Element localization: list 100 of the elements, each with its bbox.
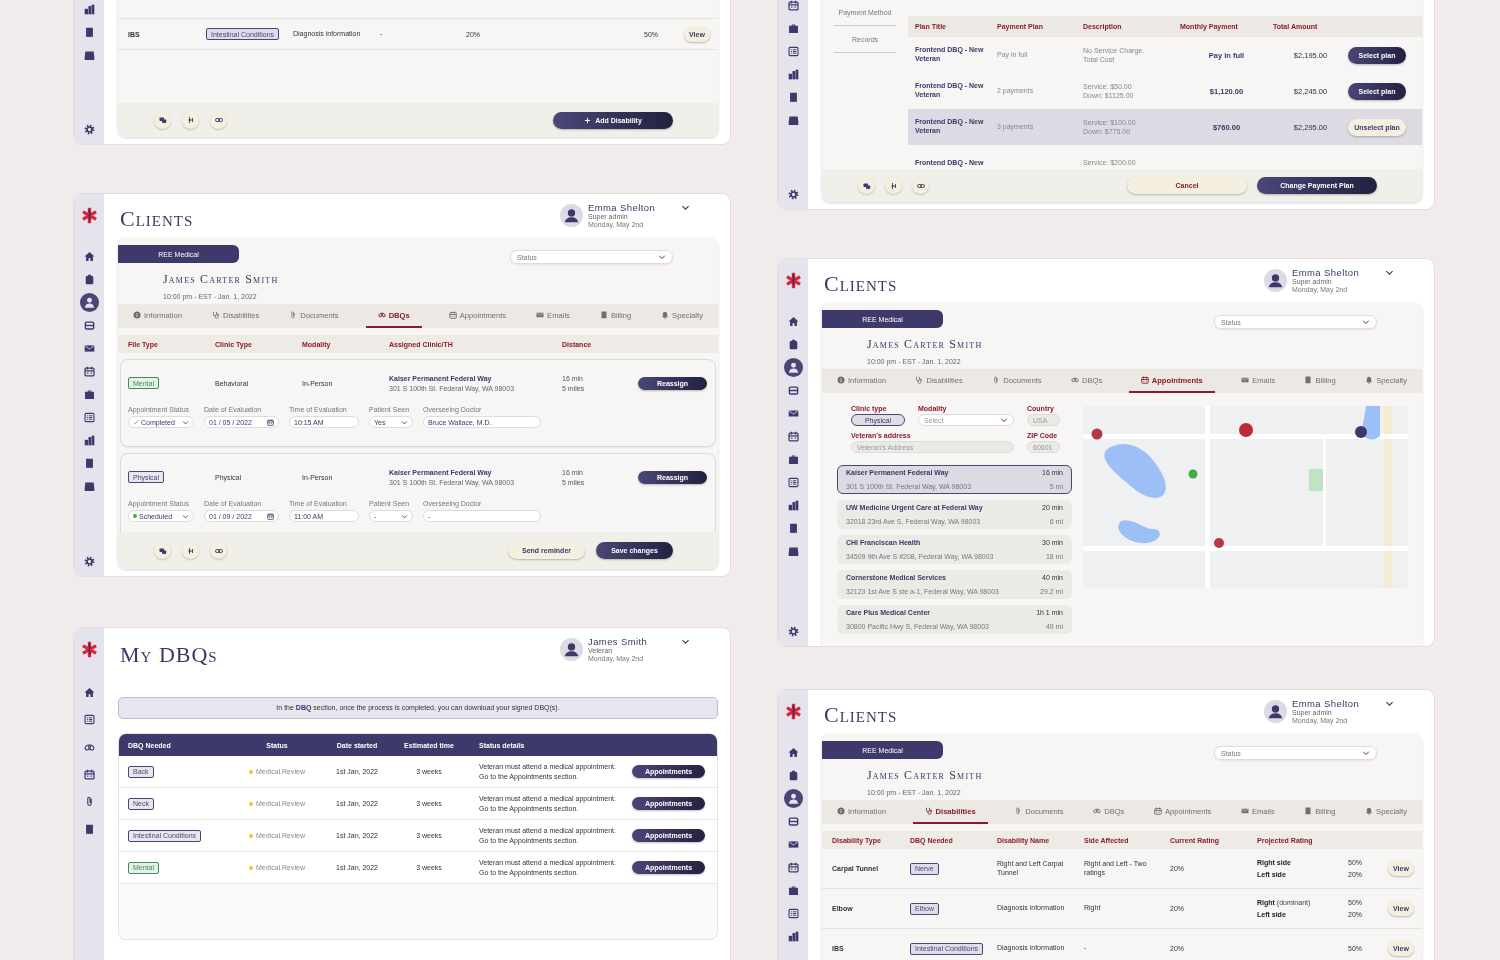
- user-name: Emma Shelton: [588, 203, 657, 214]
- plus-icon: [584, 116, 592, 124]
- page-title: Clients: [120, 206, 194, 232]
- inbox-icon[interactable]: [83, 50, 95, 61]
- chat-button[interactable]: [858, 177, 875, 194]
- home-icon[interactable]: [787, 316, 799, 327]
- briefcase-icon[interactable]: [787, 23, 799, 34]
- chevron-icon: [658, 253, 666, 261]
- envelope-icon: [1240, 807, 1249, 815]
- chevron-icon[interactable]: [681, 637, 690, 646]
- branch-button[interactable]: [885, 177, 902, 194]
- branch-icon: [186, 546, 195, 555]
- user-name: Emma Shelton: [1292, 268, 1361, 279]
- bell-icon: [1365, 807, 1374, 815]
- briefcase-icon[interactable]: [83, 389, 95, 400]
- chat-button[interactable]: [154, 542, 171, 559]
- receipt-icon: [1304, 807, 1313, 815]
- inbox-icon[interactable]: [83, 481, 95, 492]
- linked-rings-icon[interactable]: [83, 741, 95, 753]
- branch-button[interactable]: [182, 111, 199, 129]
- card-icon[interactable]: [787, 816, 799, 827]
- clipboard-icon[interactable]: [787, 770, 799, 781]
- envelope-icon: [536, 311, 545, 319]
- list-icon[interactable]: [83, 412, 95, 423]
- chat-icon: [158, 116, 167, 124]
- stethoscope-icon: [924, 807, 933, 815]
- avatar: [1264, 269, 1287, 293]
- logo[interactable]: [784, 272, 802, 289]
- list-icon[interactable]: [83, 714, 95, 726]
- calendar-icon[interactable]: [83, 769, 95, 781]
- card-icon[interactable]: [83, 320, 95, 331]
- home-icon[interactable]: [83, 251, 95, 262]
- list-icon[interactable]: [787, 908, 799, 919]
- stethoscope-icon: [915, 376, 924, 384]
- chevron-icon: [401, 512, 408, 520]
- receipt-icon[interactable]: [83, 27, 95, 38]
- briefcase-icon[interactable]: [787, 454, 799, 465]
- settings-icon[interactable]: [787, 625, 799, 637]
- chevron-icon: [401, 418, 408, 426]
- link-button[interactable]: [210, 111, 227, 129]
- logo[interactable]: [80, 641, 98, 658]
- calendar-icon: [267, 418, 274, 426]
- stethoscope-icon: [211, 311, 220, 319]
- inbox-icon[interactable]: [787, 115, 799, 126]
- receipt-icon[interactable]: [787, 92, 799, 103]
- chevron-icon[interactable]: [1385, 699, 1394, 708]
- person-icon[interactable]: [79, 293, 99, 312]
- bell-icon: [661, 311, 670, 319]
- calendar-icon[interactable]: [787, 431, 799, 442]
- link-icon: [214, 116, 223, 124]
- branch-button[interactable]: [182, 542, 199, 559]
- info-icon: [837, 376, 845, 384]
- avatar: [560, 638, 583, 662]
- logo[interactable]: [80, 207, 98, 224]
- branch-icon: [889, 181, 898, 190]
- receipt-icon[interactable]: [787, 523, 799, 534]
- briefcase-icon[interactable]: [787, 885, 799, 896]
- chevron-icon[interactable]: [681, 203, 690, 212]
- chat-button[interactable]: [154, 111, 171, 129]
- page-title: My DBQs: [120, 642, 218, 668]
- link-icon: [916, 181, 925, 190]
- linked-rings-icon: [1093, 807, 1102, 815]
- inbox-icon[interactable]: [787, 546, 799, 557]
- settings-icon[interactable]: [83, 123, 95, 135]
- calendar-icon[interactable]: [787, 862, 799, 873]
- page-title: Clients: [824, 702, 898, 728]
- link-button[interactable]: [210, 542, 227, 559]
- info-icon: [837, 807, 845, 815]
- receipt-icon[interactable]: [83, 458, 95, 469]
- calendar-icon[interactable]: [787, 0, 799, 11]
- settings-icon[interactable]: [787, 188, 799, 200]
- receipt-icon[interactable]: [83, 823, 95, 835]
- envelope-icon[interactable]: [83, 343, 95, 354]
- logo[interactable]: [784, 703, 802, 720]
- clipboard-icon[interactable]: [787, 339, 799, 350]
- linked-rings-icon: [1071, 376, 1080, 384]
- chevron-icon[interactable]: [1385, 268, 1394, 277]
- list-icon[interactable]: [787, 477, 799, 488]
- envelope-icon[interactable]: [787, 408, 799, 419]
- person-icon[interactable]: [783, 789, 803, 808]
- bell-icon: [1365, 376, 1374, 384]
- user-name: Emma Shelton: [1292, 699, 1361, 710]
- calendar-icon[interactable]: [83, 366, 95, 377]
- page-title: Clients: [824, 271, 898, 297]
- info-icon: [133, 311, 141, 319]
- home-icon[interactable]: [83, 687, 95, 699]
- clipboard-icon[interactable]: [83, 274, 95, 285]
- calendar-icon: [448, 311, 457, 319]
- chat-icon: [862, 181, 871, 190]
- envelope-icon[interactable]: [787, 839, 799, 850]
- settings-icon[interactable]: [83, 555, 95, 567]
- link-button[interactable]: [912, 177, 929, 194]
- person-icon[interactable]: [783, 358, 803, 377]
- calendar-icon: [267, 512, 274, 520]
- chevron-icon: [1362, 749, 1370, 757]
- chevron-icon: [1000, 416, 1008, 424]
- paperclip-icon: [992, 376, 1001, 384]
- list-icon[interactable]: [787, 46, 799, 57]
- home-icon[interactable]: [787, 747, 799, 758]
- card-icon[interactable]: [787, 385, 799, 396]
